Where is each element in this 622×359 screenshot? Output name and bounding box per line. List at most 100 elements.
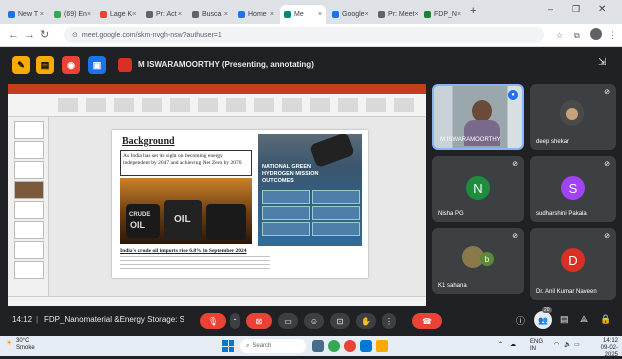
back-icon[interactable]: ←: [8, 29, 19, 41]
url-input[interactable]: ⊙ meet.google.com/skm-nvgh-nsw?authuser=…: [64, 27, 544, 43]
slide-thumbnail[interactable]: [14, 161, 44, 179]
browser-tab[interactable]: (69) En ×: [50, 5, 94, 24]
forward-icon[interactable]: →: [24, 29, 35, 41]
slide-footnote: [120, 256, 270, 272]
browser-tab[interactable]: New T ×: [4, 5, 48, 24]
new-tab-icon[interactable]: +: [470, 5, 476, 17]
language-indicator[interactable]: ENG IN: [530, 339, 550, 353]
slide-thumbnail[interactable]: [14, 241, 44, 259]
slide-text-box: As India has set its sight on becoming e…: [120, 150, 252, 176]
taskbar-app-icon[interactable]: [360, 340, 372, 352]
captions-button[interactable]: ▭: [278, 313, 298, 329]
os-taskbar: ☀ 30°C Smoke ⌕ Search ⌃ ☁ ENG IN ◠ 🔈 ▭ 14:…: [0, 336, 622, 358]
mic-off-icon: ⊘: [512, 161, 518, 168]
site-info-icon[interactable]: ⊙: [72, 31, 78, 39]
chrome-icon[interactable]: [344, 340, 356, 352]
slide-title: Background: [122, 136, 175, 147]
mic-button[interactable]: 🎙: [200, 313, 226, 329]
slide-thumbnails: [8, 117, 49, 297]
people-icon[interactable]: 👥: [534, 311, 552, 329]
mic-options-icon[interactable]: ⌃: [230, 313, 240, 329]
present-button[interactable]: ⊡: [330, 313, 350, 329]
avatar-badge: b: [480, 252, 494, 266]
camera-button[interactable]: ⊠: [246, 313, 272, 329]
browser-tab[interactable]: Pr: Meet ×: [374, 5, 418, 24]
browser-tab[interactable]: Home ×: [234, 5, 278, 24]
browser-tab[interactable]: Pr: Act ×: [142, 5, 186, 24]
browser-menu-icon[interactable]: ⋮: [608, 29, 617, 41]
info-icon[interactable]: ⓘ: [516, 314, 525, 327]
document-icon[interactable]: ▤: [36, 56, 54, 74]
participant-tile[interactable]: D ⊘ Dr. Anil Kumar Naveen: [530, 228, 616, 300]
bookmark-star-icon[interactable]: ☆: [556, 30, 563, 42]
extensions-icon[interactable]: ⧉: [574, 30, 580, 42]
slide-thumbnail[interactable]: [14, 221, 44, 239]
ribbon-tools[interactable]: [58, 98, 418, 112]
shared-screen: Background As India has set its sight on…: [8, 84, 426, 306]
battery-icon[interactable]: ▭: [574, 341, 580, 348]
hydrogen-mission-infographic: NATIONAL GREEN HYDROGEN MISSION OUTCOMES: [258, 134, 362, 246]
wifi-icon[interactable]: ◠: [554, 341, 559, 348]
host-controls-icon[interactable]: 🔒: [600, 314, 611, 325]
avatar: N: [466, 176, 490, 200]
search-icon: ⌕: [246, 342, 250, 349]
start-icon[interactable]: [222, 340, 234, 352]
participant-tile[interactable]: b ⊘ K1 sahana: [432, 228, 524, 294]
more-options-button[interactable]: ⋮: [382, 313, 396, 329]
tray-app-icon[interactable]: ☁: [510, 341, 516, 348]
slide-thumbnail[interactable]: [14, 121, 44, 139]
stop-present-icon[interactable]: ▣: [88, 56, 106, 74]
record-icon[interactable]: ◉: [62, 56, 80, 74]
participant-tile[interactable]: ⊘ deep shekar: [530, 84, 616, 150]
participant-face: [566, 108, 578, 120]
maximize-icon[interactable]: ❐: [572, 4, 580, 15]
ppt-title-bar: [8, 84, 426, 94]
weather-widget[interactable]: 30°C Smoke: [16, 338, 35, 352]
oil-barrel: [206, 204, 246, 240]
participant-tile[interactable]: S ⊘ sudharshini Pakala: [530, 156, 616, 222]
participant-tile[interactable]: N ⊘ Nisha PG: [432, 156, 524, 222]
meet-top-bar: ✎ ▤ ◉ ▣ M ISWARAMOORTHY (Presenting, ann…: [0, 47, 622, 83]
browser-tab[interactable]: Lage K ×: [96, 5, 140, 24]
slide-thumbnail[interactable]: [14, 261, 44, 279]
browser-tab[interactable]: FDP_N ×: [420, 5, 464, 24]
tab-favicon-icon: [238, 11, 245, 18]
outcome-card: [312, 222, 360, 236]
minimize-icon[interactable]: –: [548, 4, 553, 14]
taskbar-search[interactable]: ⌕ Search: [240, 339, 306, 353]
avatar: S: [561, 176, 585, 200]
participant-tile-presenter[interactable]: ● M ISWARAMOORTHY: [432, 84, 524, 150]
reload-icon[interactable]: ↻: [40, 29, 49, 41]
taskbar-app-icon[interactable]: [312, 340, 324, 352]
weather-icon[interactable]: ☀: [6, 339, 12, 347]
browser-tab-active[interactable]: Me ×: [280, 5, 326, 24]
activities-icon[interactable]: ⟁: [580, 314, 588, 325]
presenter-badge: [118, 58, 132, 72]
browser-tab[interactable]: Busca ×: [188, 5, 232, 24]
slide-thumbnail[interactable]: [14, 141, 44, 159]
mic-off-icon: ⊘: [604, 233, 610, 240]
pin-icon[interactable]: ⇲: [598, 57, 606, 68]
meeting-title: FDP_Nanomaterial &Energy Storage: S...: [44, 315, 184, 324]
profile-avatar[interactable]: [590, 28, 602, 40]
volume-icon[interactable]: 🔈: [564, 341, 571, 348]
avatar: D: [561, 248, 585, 272]
close-window-icon[interactable]: ✕: [598, 4, 606, 15]
tray-chevron-icon[interactable]: ⌃: [498, 341, 503, 348]
raise-hand-button[interactable]: ✋: [356, 313, 376, 329]
annotate-icon[interactable]: ✎: [12, 56, 30, 74]
meeting-time: 14:12: [12, 315, 33, 324]
outcome-card: [312, 190, 360, 204]
emoji-button[interactable]: ☺: [304, 313, 324, 329]
leave-call-button[interactable]: ☎: [412, 313, 442, 329]
mic-off-icon: 🎙: [207, 316, 219, 326]
outcome-card: [262, 190, 310, 204]
slide-thumbnail[interactable]: [14, 181, 44, 199]
file-explorer-icon[interactable]: [376, 340, 388, 352]
taskbar-app-icon[interactable]: [328, 340, 340, 352]
mic-off-icon: ⊘: [604, 89, 610, 96]
outcome-card: [312, 206, 360, 220]
slide-thumbnail[interactable]: [14, 201, 44, 219]
browser-tab[interactable]: Google ×: [328, 5, 372, 24]
chat-icon[interactable]: ▤: [560, 314, 569, 325]
